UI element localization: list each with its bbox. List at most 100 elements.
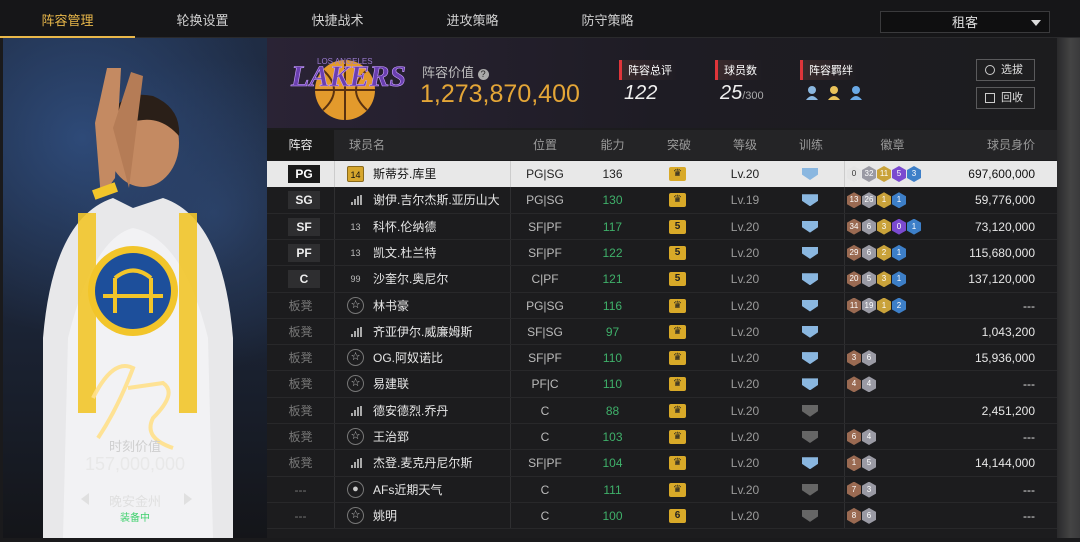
badge-icon: 3 — [862, 481, 876, 498]
badge-icon: 3 — [877, 271, 891, 288]
badge-icon: 1 — [892, 192, 906, 209]
table-row[interactable]: 板凳 德安德烈.乔丹 C 88 ♛ Lv.20 2,451,200 — [267, 397, 1057, 424]
player-name: 谢伊.吉尔杰斯.亚历山大 — [373, 193, 500, 208]
player-ability: 100 — [602, 508, 623, 523]
badge-icon: 4 — [847, 376, 861, 393]
column-header-2: 球员名 — [349, 138, 386, 152]
training-shield-icon — [802, 509, 818, 522]
training-shield-icon — [802, 483, 818, 496]
equipped-status: 装备中 — [120, 513, 150, 524]
jersey-number-icon: 14 — [347, 166, 364, 182]
table-header: 阵容 球员名 位置 能力 突破 等级 训练 徽章 球员身价 — [267, 130, 1057, 160]
table-row[interactable]: PG 14 斯蒂芬.库里 PG|SG 136 ♛ Lv.20 0 32 11 5 3 6… — [267, 161, 1057, 187]
next-arrow-icon[interactable] — [184, 493, 192, 505]
slot-label: 板凳 — [288, 324, 313, 339]
badge-icon: 8 — [847, 507, 861, 524]
training-shield-icon — [802, 246, 818, 259]
stats-bars-icon — [351, 458, 362, 469]
player-price: 697,600,000 — [968, 167, 1035, 181]
jersey-number-icon: 13 — [350, 247, 361, 258]
mode-dropdown[interactable]: 租客 — [880, 11, 1050, 33]
table-row[interactable]: 板凳 ☆ 易建联 PF|C 110 ♛ Lv.20 44 --- — [267, 371, 1057, 398]
slot-label: 板凳 — [288, 430, 313, 444]
refresh-icon — [985, 65, 995, 75]
player-name: 林书豪 — [373, 298, 410, 313]
table-row[interactable]: --- ☆ 姚明 C 100 6 Lv.20 86 --- — [267, 502, 1057, 529]
tab-5[interactable]: 防守策略 — [540, 0, 675, 38]
table-row[interactable]: 板凳 ☆ OG.阿奴诺比 SF|PF 110 ♛ Lv.20 36 15,936… — [267, 345, 1057, 372]
badge-icon: 3 — [877, 218, 891, 235]
tab-4[interactable]: 进攻策略 — [405, 0, 540, 38]
tab-1[interactable]: 阵容管理 — [0, 0, 135, 38]
badge-icon: 0 — [847, 166, 861, 182]
player-position: PF|C — [531, 377, 559, 392]
team-name: 晚安金州 — [108, 494, 161, 509]
divider — [844, 397, 845, 424]
breakthrough-badge: ♛ — [669, 456, 686, 471]
breakthrough-badge: 6 — [669, 508, 686, 523]
player-position: SF|PF — [528, 351, 562, 366]
divider — [334, 371, 335, 398]
stat-rating: 阵容总评 122 — [619, 60, 678, 104]
right-edge-decor — [1057, 38, 1080, 538]
bond-icons[interactable] — [804, 84, 868, 102]
scout-button[interactable]: 选拔 — [976, 59, 1035, 81]
help-icon[interactable]: ? — [477, 69, 489, 80]
player-name: 易建联 — [373, 377, 410, 392]
divider — [844, 318, 845, 345]
divider — [844, 450, 845, 477]
player-ability: 130 — [602, 193, 623, 208]
stat-count-label: 球员数 — [715, 60, 763, 80]
jersey-number-icon: 13 — [350, 221, 361, 232]
player-position: SF|PF — [528, 456, 562, 471]
star-icon: ☆ — [347, 296, 364, 314]
badge-icon: 5 — [862, 271, 876, 288]
player-card[interactable]: 时刻价值 157,000,000 晚安金州 装备中 — [3, 38, 267, 538]
player-ability: 111 — [603, 482, 622, 497]
player-price: --- — [1023, 508, 1035, 523]
badge-icon: 26 — [862, 192, 876, 209]
player-name: 齐亚伊尔.威廉姆斯 — [373, 324, 473, 339]
table-row[interactable]: 板凳 ☆ 林书豪 PG|SG 116 ♛ Lv.20 11 19 1 2 --- — [267, 292, 1057, 319]
column-header-8: 徽章 — [880, 138, 905, 152]
moment-value: 157,000,000 — [84, 454, 186, 474]
table-row[interactable]: SG 谢伊.吉尔杰斯.亚历山大 PG|SG 130 ♛ Lv.19 13 26 1 1… — [267, 187, 1057, 214]
table-row[interactable]: PF 13 凯文.杜兰特 SF|PF 122 5 Lv.20 29 6 2 1 115… — [267, 239, 1057, 266]
player-ability: 122 — [602, 245, 623, 260]
breakthrough-badge: 5 — [669, 245, 686, 260]
breakthrough-badge: ♛ — [669, 430, 686, 444]
stat-bond-label: 阵容羁绊 — [800, 60, 859, 80]
table-row[interactable]: --- ● AFs近期天气 C 111 ♛ Lv.20 73 --- — [267, 476, 1057, 503]
chevron-down-icon — [1031, 20, 1041, 26]
lineup-header: LAKERS LOS ANGELES 阵容价值 ? 1,273,870,400 … — [267, 38, 1057, 128]
person-icon: ● — [347, 480, 364, 498]
slot-label: 板凳 — [288, 456, 313, 471]
table-row[interactable]: 板凳 杰登.麦克丹尼尔斯 SF|PF 104 ♛ Lv.20 15 14,144… — [267, 450, 1057, 477]
divider — [844, 266, 845, 293]
divider — [334, 345, 335, 372]
player-level: Lv.20 — [730, 430, 760, 444]
table-row[interactable]: SF 13 科怀.伦纳德 SF|PF 117 5 Lv.20 34 6 3 0 1 73… — [267, 213, 1057, 240]
jersey-number-icon: 99 — [350, 274, 361, 285]
badge-icon: 2 — [892, 297, 906, 314]
slot-label: C — [288, 270, 320, 289]
tab-2[interactable]: 轮换设置 — [135, 0, 270, 38]
tab-3[interactable]: 快捷战术 — [270, 0, 405, 38]
divider — [844, 213, 845, 240]
divider — [334, 502, 335, 529]
player-ability: 110 — [602, 351, 623, 366]
slot-label: PF — [288, 243, 320, 262]
badge-icon: 19 — [862, 297, 876, 314]
table-row[interactable]: C 99 沙奎尔.奥尼尔 C|PF 121 5 Lv.20 20 5 3 1 137,… — [267, 266, 1057, 293]
breakthrough-badge: ♛ — [669, 167, 686, 181]
badge-icon: 4 — [862, 429, 876, 445]
recycle-button[interactable]: 回收 — [976, 87, 1035, 109]
star-icon: ☆ — [347, 506, 364, 524]
player-ability: 97 — [605, 324, 620, 339]
divider — [844, 502, 845, 529]
table-row[interactable]: 板凳 ☆ 王治郅 C 103 ♛ Lv.20 64 --- — [267, 424, 1057, 450]
table-row[interactable]: 板凳 齐亚伊尔.威廉姆斯 SF|SG 97 ♛ Lv.20 1,043,200 — [267, 318, 1057, 345]
player-position: PG|SG — [526, 193, 564, 208]
player-price: --- — [1023, 377, 1035, 392]
player-name: OG.阿奴诺比 — [373, 351, 444, 366]
